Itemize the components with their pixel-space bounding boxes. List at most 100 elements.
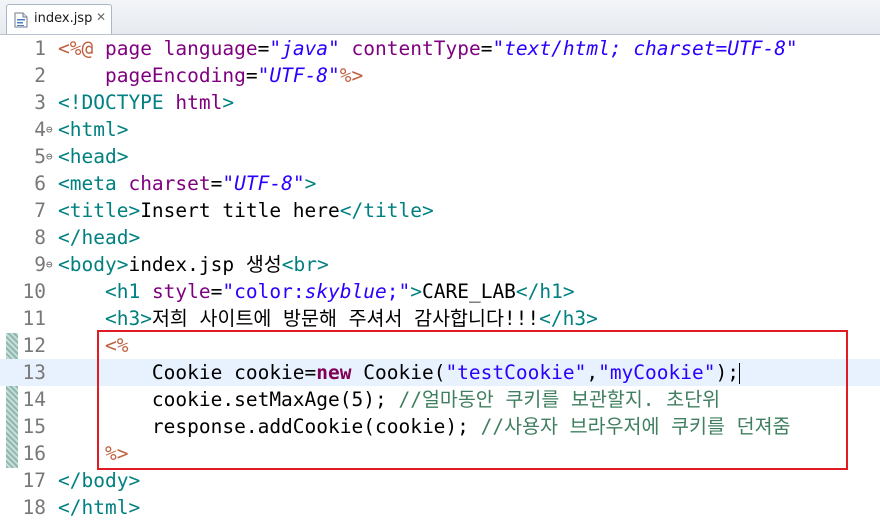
code-line[interactable]: 3 <!DOCTYPE html> [0, 89, 880, 116]
fold-toggle-icon[interactable]: ⊖ [46, 251, 56, 278]
fold-toggle-icon[interactable]: ⊖ [46, 143, 56, 170]
code-token: <% [104, 334, 129, 357]
code-text: <h3>저희 사이트에 방문해 주셔서 감사합니다!!!</h3> [58, 305, 598, 332]
code-text: </head> [58, 224, 140, 251]
code-token: contentType [351, 37, 481, 60]
code-line[interactable]: 12 <% [0, 332, 880, 359]
code-token: = [257, 37, 270, 60]
code-line[interactable]: 6 <meta charset="UTF-8"> [0, 170, 880, 197]
code-text: <head> [58, 143, 128, 170]
code-text: %> [58, 440, 128, 467]
code-text: <html> [58, 116, 128, 143]
code-token: %> [104, 442, 129, 465]
code-text: </html> [58, 494, 140, 521]
code-token: language [163, 37, 258, 60]
code-token: </body> [58, 469, 141, 492]
code-line[interactable]: 7 <title>Insert title here</title> [0, 197, 880, 224]
code-token: "java" [269, 37, 340, 60]
code-token: <head> [58, 145, 129, 168]
code-token: > [410, 280, 422, 303]
code-token: </title> [339, 199, 434, 222]
code-token: index.jsp 생성 [128, 253, 282, 276]
editor-tab-bar: index.jsp ✕ [0, 0, 880, 35]
code-line[interactable]: 11 <h3>저희 사이트에 방문해 주셔서 감사합니다!!!</h3> [0, 305, 880, 332]
code-text: cookie.setMaxAge(5); //얼마동안 쿠키를 보관할지. 초단… [58, 386, 720, 413]
code-line[interactable]: 10 <h1 style="color:skyblue;">CARE_LAB</… [0, 278, 880, 305]
code-token: 저희 사이트에 방문해 주셔서 감사합니다!!! [151, 307, 540, 330]
code-token: <h3> [104, 307, 152, 330]
code-token: //사용자 브라우저에 쿠키를 던져줌 [480, 415, 791, 438]
code-token: <body> [58, 253, 129, 276]
tab-title: index.jsp [34, 11, 93, 26]
line-number: 4 [34, 118, 46, 141]
code-token: </head> [58, 226, 141, 249]
line-number: 7 [34, 199, 46, 222]
line-number: 9 [34, 253, 46, 276]
code-text: <body>index.jsp 생성<br> [58, 251, 329, 278]
code-token: CARE_LAB [422, 280, 516, 303]
code-text: <h1 style="color:skyblue;">CARE_LAB</h1> [58, 278, 575, 305]
code-line[interactable]: 18 </html> [0, 494, 880, 521]
code-line[interactable]: 9 ⊖ <body>index.jsp 생성<br> [0, 251, 880, 278]
code-line[interactable]: 16 %> [0, 440, 880, 467]
code-text: <% [58, 332, 128, 359]
code-line[interactable]: 8 </head> [0, 224, 880, 251]
code-token: = [480, 37, 493, 60]
code-token: "testCookie" [445, 361, 587, 384]
fold-toggle-icon[interactable]: ⊖ [46, 116, 56, 143]
line-number: 17 [22, 469, 46, 492]
code-token: <html> [58, 118, 129, 141]
line-number: 3 [34, 91, 46, 114]
line-number: 13 [22, 361, 46, 384]
code-token: Cookie cookie= [58, 361, 317, 384]
code-line[interactable]: 1 <%@ page language="java" contentType="t… [0, 35, 880, 62]
code-line[interactable]: 4 ⊖ <html> [0, 116, 880, 143]
code-line[interactable]: 2 pageEncoding="UTF-8"%> [0, 62, 880, 89]
code-line[interactable]: 13 Cookie cookie=new Cookie("testCookie"… [0, 359, 880, 386]
code-text: <%@ page language="java" contentType="te… [58, 35, 798, 62]
line-number: 16 [22, 442, 46, 465]
code-text: pageEncoding="UTF-8"%> [58, 62, 363, 89]
line-number: 5 [34, 145, 46, 168]
tab-index-jsp[interactable]: index.jsp ✕ [6, 4, 112, 34]
code-text: </body> [58, 467, 140, 494]
close-icon[interactable]: ✕ [96, 10, 106, 24]
code-token: </h1> [515, 280, 575, 303]
code-text: <title>Insert title here</title> [58, 197, 434, 224]
code-editor[interactable]: 1 <%@ page language="java" contentType="t… [0, 35, 880, 525]
line-number: 10 [22, 280, 46, 303]
line-number: 14 [22, 388, 46, 411]
code-text: <!DOCTYPE html> [58, 89, 234, 116]
code-token: response.addCookie(cookie); [58, 415, 481, 438]
jsp-file-icon [14, 12, 28, 28]
code-token: page [104, 37, 164, 60]
line-number: 6 [34, 172, 46, 195]
code-line[interactable]: 5 ⊖ <head> [0, 143, 880, 170]
code-token: pageEncoding [104, 64, 246, 87]
code-token: style [151, 280, 211, 303]
code-token: html [175, 91, 223, 114]
code-token: </h3> [539, 307, 598, 330]
code-token: %> [339, 64, 364, 87]
code-token: = [245, 64, 258, 87]
line-number: 1 [34, 37, 46, 60]
line-number: 2 [34, 64, 46, 87]
code-line[interactable]: 14 cookie.setMaxAge(5); //얼마동안 쿠키를 보관할지.… [0, 386, 880, 413]
line-number: 11 [22, 307, 46, 330]
code-token: = [210, 172, 223, 195]
code-token: ;" [386, 280, 411, 303]
code-line[interactable]: 17 </body> [0, 467, 880, 494]
code-token: new [316, 361, 352, 384]
line-number: 15 [22, 415, 46, 438]
code-token: cookie.setMaxAge(5); [58, 388, 399, 411]
code-token: ); [715, 361, 739, 384]
code-token: <meta [58, 172, 129, 195]
code-line[interactable]: 15 response.addCookie(cookie); //사용자 브라우… [0, 413, 880, 440]
code-token: Cookie( [351, 361, 446, 384]
